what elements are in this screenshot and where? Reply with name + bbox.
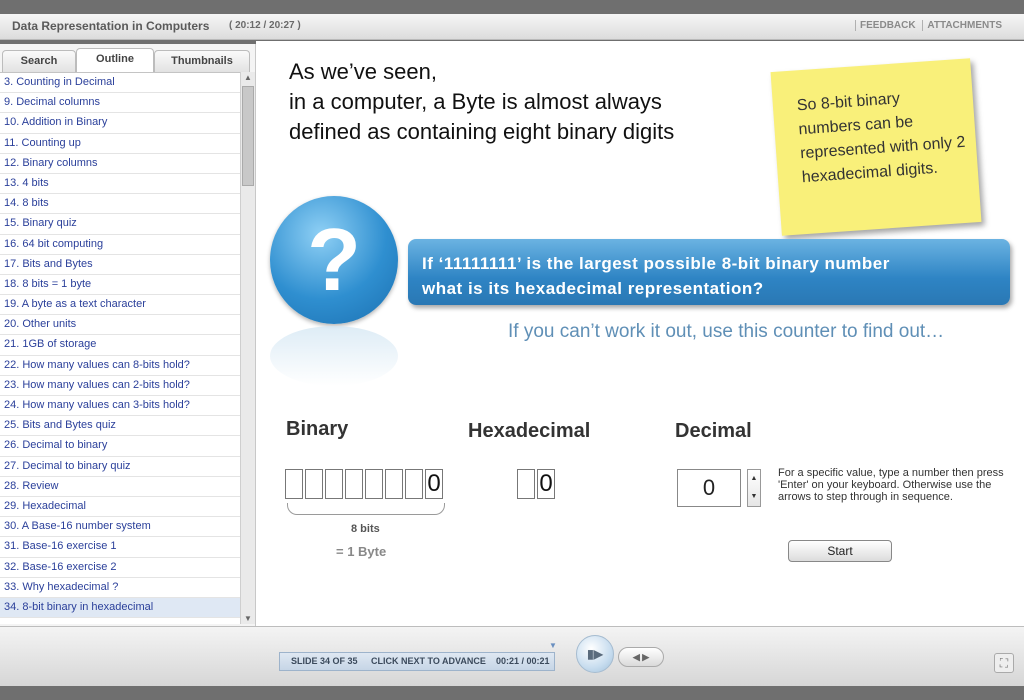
question-box: If ‘11111111’ is the largest possible 8-… — [408, 239, 1010, 305]
decimal-label: Decimal — [675, 420, 752, 442]
hex-digit-box — [517, 469, 535, 499]
question-line-2: what is its hexadecimal representation? — [422, 279, 764, 298]
header-links: FEEDBACK ATTACHMENTS — [855, 20, 1006, 31]
title-bar: Data Representation in Computers ( 20:12… — [0, 14, 1024, 40]
player-time: 00:21 / 00:21 — [496, 656, 550, 666]
binary-digit-box — [305, 469, 323, 499]
intro-line-3: defined as containing eight binary digit… — [289, 119, 675, 144]
outline-item[interactable]: 16. 64 bit computing — [0, 235, 240, 255]
outline-item[interactable]: 24. How many values can 3-bits hold? — [0, 396, 240, 417]
binary-digit-box — [365, 469, 383, 499]
status-bar: SLIDE 34 OF 35 CLICK NEXT TO ADVANCE 00:… — [279, 652, 555, 671]
outline-scrollbar[interactable]: ▲ ▼ — [240, 72, 255, 624]
attachments-link[interactable]: ATTACHMENTS — [922, 20, 1006, 31]
outline-item[interactable]: 26. Decimal to binary — [0, 436, 240, 457]
player-window: Data Representation in Computers ( 20:12… — [0, 0, 1024, 700]
hexadecimal-label: Hexadecimal — [468, 420, 591, 442]
course-time: ( 20:12 / 20:27 ) — [229, 20, 301, 31]
outline-item[interactable]: 20. Other units — [0, 315, 240, 336]
outline-item[interactable]: 23. How many values can 2-bits hold? — [0, 376, 240, 396]
intro-line-1: As we’ve seen, — [289, 59, 437, 84]
tab-outline[interactable]: Outline — [76, 48, 154, 73]
question-mark-reflection — [270, 326, 398, 386]
status-dropdown-icon[interactable]: ▼ — [549, 641, 557, 650]
binary-digit-box — [405, 469, 423, 499]
sidebar: Search Outline Thumbnails 3. Counting in… — [0, 44, 256, 626]
hint-text: If you can’t work it out, use this count… — [508, 321, 945, 342]
outline-item[interactable]: 14. 8 bits — [0, 194, 240, 215]
prev-next-buttons[interactable]: ◀ ▶ — [618, 647, 664, 667]
outline-item[interactable]: 3. Counting in Decimal — [0, 73, 240, 94]
scroll-down-icon[interactable]: ▼ — [243, 614, 253, 623]
outline-item[interactable]: 12. Binary columns — [0, 154, 240, 174]
outline-item[interactable]: 33. Why hexadecimal ? — [0, 578, 240, 598]
stepper-down-icon[interactable]: ▼ — [748, 488, 760, 506]
intro-line-2: in a computer, a Byte is almost always — [289, 89, 662, 114]
question-line-1: If ‘11111111’ is the largest possible 8-… — [422, 254, 890, 273]
play-pause-button[interactable]: ▮▶ — [576, 635, 614, 673]
bits-brace — [287, 503, 445, 515]
slide-content: As we’ve seen, in a computer, a Byte is … — [256, 41, 1024, 626]
decimal-input[interactable]: 0 — [677, 469, 741, 507]
sticky-note: So 8-bit binary numbers can be represent… — [770, 58, 982, 236]
decimal-stepper[interactable]: ▲ ▼ — [747, 469, 761, 507]
tab-search[interactable]: Search — [2, 50, 76, 72]
outline-item[interactable]: 17. Bits and Bytes — [0, 255, 240, 275]
fullscreen-icon[interactable]: ⛶ — [994, 653, 1014, 673]
outline-item[interactable]: 31. Base-16 exercise 1 — [0, 537, 240, 558]
binary-digit-box: 0 — [425, 469, 443, 499]
scroll-up-icon[interactable]: ▲ — [243, 73, 253, 82]
bits-label: 8 bits — [351, 523, 380, 535]
binary-digit-box — [385, 469, 403, 499]
outline-item[interactable]: 22. How many values can 8-bits hold? — [0, 356, 240, 376]
outline-item[interactable]: 18. 8 bits = 1 byte — [0, 275, 240, 296]
outline-item[interactable]: 32. Base-16 exercise 2 — [0, 558, 240, 578]
binary-digit-box — [285, 469, 303, 499]
question-mark-icon: ? — [270, 196, 398, 324]
course-title: Data Representation in Computers — [12, 19, 210, 33]
outline-item[interactable]: 15. Binary quiz — [0, 214, 240, 235]
outline-list: 3. Counting in Decimal 9. Decimal columns… — [0, 72, 240, 624]
outline-item[interactable]: 13. 4 bits — [0, 174, 240, 195]
help-text: For a specific value, type a number then… — [778, 467, 1004, 503]
feedback-link[interactable]: FEEDBACK — [855, 20, 920, 31]
advance-hint: CLICK NEXT TO ADVANCE — [371, 656, 486, 666]
outline-item[interactable]: 21. 1GB of storage — [0, 335, 240, 356]
outline-item[interactable]: 10. Addition in Binary — [0, 113, 240, 134]
player-controls: ▼ SLIDE 34 OF 35 CLICK NEXT TO ADVANCE 0… — [0, 626, 1024, 686]
outline-item[interactable]: 25. Bits and Bytes quiz — [0, 416, 240, 437]
binary-digit-box — [325, 469, 343, 499]
outline-item[interactable]: 28. Review — [0, 477, 240, 497]
sidebar-tabs: Search Outline Thumbnails — [0, 47, 256, 73]
binary-digit-box — [345, 469, 363, 499]
stepper-up-icon[interactable]: ▲ — [748, 470, 760, 488]
outline-item[interactable]: 30. A Base-16 number system — [0, 517, 240, 538]
byte-label: = 1 Byte — [336, 544, 387, 559]
hex-digit-box: 0 — [537, 469, 555, 499]
scroll-thumb[interactable] — [242, 86, 254, 186]
outline-item[interactable]: 11. Counting up — [0, 134, 240, 154]
slide-status: SLIDE 34 OF 35 — [291, 656, 358, 666]
tab-thumbnails[interactable]: Thumbnails — [154, 50, 250, 72]
start-button[interactable]: Start — [788, 540, 892, 562]
intro-text: As we’ve seen, in a computer, a Byte is … — [289, 57, 674, 147]
outline-item[interactable]: 19. A byte as a text character — [0, 295, 240, 316]
outline-item[interactable]: 29. Hexadecimal — [0, 497, 240, 518]
binary-label: Binary — [286, 418, 349, 440]
outline-item[interactable]: 9. Decimal columns — [0, 93, 240, 114]
outline-item[interactable]: 27. Decimal to binary quiz — [0, 457, 240, 477]
outline-item[interactable]: 34. 8-bit binary in hexadecimal — [0, 597, 240, 619]
